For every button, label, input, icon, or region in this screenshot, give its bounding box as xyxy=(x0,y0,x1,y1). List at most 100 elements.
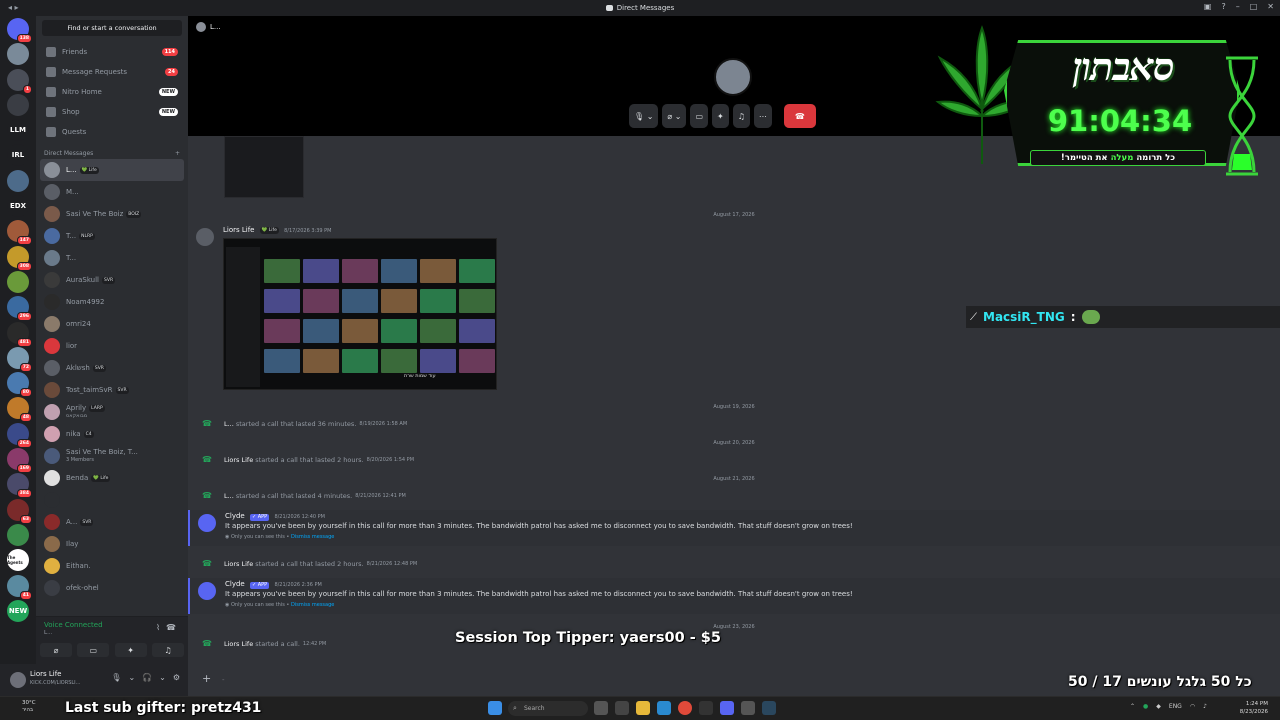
start-icon[interactable] xyxy=(488,701,502,715)
dm-item[interactable]: Sasi Ve The Boiz, T... 3 Members xyxy=(40,445,184,467)
server-icon[interactable]: The Agents xyxy=(7,549,29,572)
server-icon[interactable] xyxy=(7,93,29,116)
attach-button[interactable]: + xyxy=(202,672,211,685)
sidebar-item-message-requests[interactable]: Message Requests 24 xyxy=(40,62,184,82)
dm-item[interactable]: Benda 💚 Life xyxy=(40,467,184,489)
call-participant-avatar[interactable] xyxy=(714,58,752,96)
server-icon[interactable]: EDX xyxy=(7,195,29,218)
server-icon[interactable]: 80 xyxy=(7,372,32,398)
server-icon[interactable]: 308 xyxy=(7,245,32,271)
dm-item[interactable]: L... 💚 Life xyxy=(40,159,184,181)
activity-button[interactable]: ✦ xyxy=(712,104,729,128)
server-icon[interactable] xyxy=(7,43,29,66)
obs-icon[interactable] xyxy=(699,701,713,715)
activity-button[interactable]: ✦ xyxy=(114,643,147,657)
dm-item[interactable]: Aprily LARP מבואקאס xyxy=(40,401,184,423)
dm-item[interactable]: AuraSkull SVR xyxy=(40,269,184,291)
sidebar-item-friends[interactable]: Friends 114 xyxy=(40,42,184,62)
avatar[interactable] xyxy=(196,228,214,246)
task-view-icon[interactable] xyxy=(594,701,608,715)
noise-suppression-icon[interactable]: ⌇ xyxy=(156,623,160,632)
more-button[interactable]: ⋯ xyxy=(753,104,772,128)
dm-item[interactable]: Aklשsh SVR xyxy=(40,357,184,379)
headphones-icon[interactable]: 🎧 xyxy=(142,673,152,682)
screenshare-button[interactable]: ▭ xyxy=(690,104,709,128)
edge-icon[interactable] xyxy=(657,701,671,715)
image-attachment[interactable]: עוד שמות שרת xyxy=(223,238,497,390)
message-author[interactable]: Liors Life xyxy=(223,226,255,234)
chevron-down-icon[interactable]: ⌄ xyxy=(159,673,166,682)
server-icon[interactable]: 72 xyxy=(7,346,32,372)
camera-button[interactable]: ⌀ xyxy=(40,643,72,657)
help-icon[interactable]: ? xyxy=(1221,2,1225,11)
call-author[interactable]: L... xyxy=(224,420,234,428)
call-author[interactable]: Liors Life xyxy=(224,560,253,568)
discord-icon[interactable] xyxy=(720,701,734,715)
dismiss-message-link[interactable]: Dismiss message xyxy=(291,534,334,540)
server-icon[interactable]: 1 xyxy=(7,68,32,94)
dm-item[interactable]: omri24 xyxy=(40,313,184,335)
camera-button[interactable]: ⌀ ⌄ xyxy=(662,104,687,128)
maximize-icon[interactable]: □ xyxy=(1250,2,1258,11)
server-icon[interactable]: 384 xyxy=(7,473,32,499)
nav-arrows[interactable]: ◂ ▸ xyxy=(8,3,19,12)
volume-icon[interactable]: ♪ xyxy=(1203,703,1207,710)
dm-item[interactable]: Tost_taimSvR SVR xyxy=(40,379,184,401)
minimize-icon[interactable]: – xyxy=(1236,2,1240,11)
dismiss-message-link[interactable]: Dismiss message xyxy=(291,602,334,608)
server-icon[interactable]: NEW xyxy=(7,599,29,622)
image-attachment[interactable] xyxy=(224,136,304,198)
mute-button[interactable]: 🎙 ⌄ xyxy=(629,104,659,128)
dm-item[interactable]: Sasi Ve The Boiz BOIZ xyxy=(40,203,184,225)
call-author[interactable]: L... xyxy=(224,492,234,500)
dm-item[interactable]: T... NLRP xyxy=(40,225,184,247)
taskbar-clock[interactable]: 1:24 PM 8/23/2026 xyxy=(1240,700,1268,716)
steam-icon[interactable] xyxy=(762,701,776,715)
inbox-icon[interactable]: ▣ xyxy=(1204,2,1212,11)
tray-app-icon[interactable]: ◆ xyxy=(1156,703,1161,710)
chevron-down-icon[interactable]: ⌄ xyxy=(128,673,135,682)
message-input[interactable]: - xyxy=(222,676,225,684)
server-icon[interactable] xyxy=(7,270,29,293)
server-icon[interactable]: 169 xyxy=(7,448,32,474)
leave-call-button[interactable]: ☎ xyxy=(783,104,816,128)
clyde-avatar[interactable] xyxy=(198,514,216,532)
add-dm-button[interactable]: + xyxy=(175,150,180,157)
call-author[interactable]: Liors Life xyxy=(224,456,253,464)
sidebar-item-nitro-home[interactable]: Nitro Home NEW xyxy=(40,82,184,102)
server-icon[interactable] xyxy=(7,169,29,192)
chrome-icon[interactable] xyxy=(678,701,692,715)
dm-item[interactable]: Ilay xyxy=(40,533,184,555)
server-icon[interactable]: 63 xyxy=(7,498,32,524)
server-icon[interactable]: LLM xyxy=(7,119,29,142)
file-explorer-icon[interactable] xyxy=(636,701,650,715)
dm-item[interactable]: A... SVR xyxy=(40,511,184,533)
soundboard-button[interactable]: ♫ xyxy=(732,104,750,128)
wifi-icon[interactable]: ◠ xyxy=(1190,703,1195,710)
gear-icon[interactable]: ⚙ xyxy=(173,673,180,682)
server-icon[interactable]: 147 xyxy=(7,220,32,246)
clyde-avatar[interactable] xyxy=(198,582,216,600)
screenshare-button[interactable]: ▭ xyxy=(77,643,110,657)
find-conversation-button[interactable]: Find or start a conversation xyxy=(42,20,182,36)
widgets-icon[interactable] xyxy=(615,701,629,715)
sidebar-item-quests[interactable]: Quests xyxy=(40,122,184,142)
dm-item[interactable]: nika C4 xyxy=(40,423,184,445)
voice-status[interactable]: Voice Connected xyxy=(44,621,103,629)
server-icon[interactable]: 264 xyxy=(7,422,32,448)
server-icon[interactable]: 296 xyxy=(7,296,32,322)
dm-item[interactable]: Eithan. xyxy=(40,555,184,577)
dm-item[interactable]: lior xyxy=(40,335,184,357)
sidebar-item-shop[interactable]: Shop NEW xyxy=(40,102,184,122)
language-indicator[interactable]: ENG xyxy=(1169,703,1182,710)
disconnect-icon[interactable]: ☎ xyxy=(166,623,176,632)
dm-item[interactable]: ofek-ohel xyxy=(40,577,184,599)
taskbar-search[interactable]: ⌕ Search xyxy=(508,701,588,716)
dm-item[interactable]: M... xyxy=(40,181,184,203)
mic-icon[interactable]: 🎙 xyxy=(111,673,121,682)
dm-item[interactable]: Noam4992 xyxy=(40,291,184,313)
server-icon[interactable]: 481 xyxy=(7,321,32,347)
soundboard-button[interactable]: ♫ xyxy=(151,643,184,657)
dm-item[interactable]: T... xyxy=(40,247,184,269)
message-author[interactable]: Clyde xyxy=(225,512,245,520)
